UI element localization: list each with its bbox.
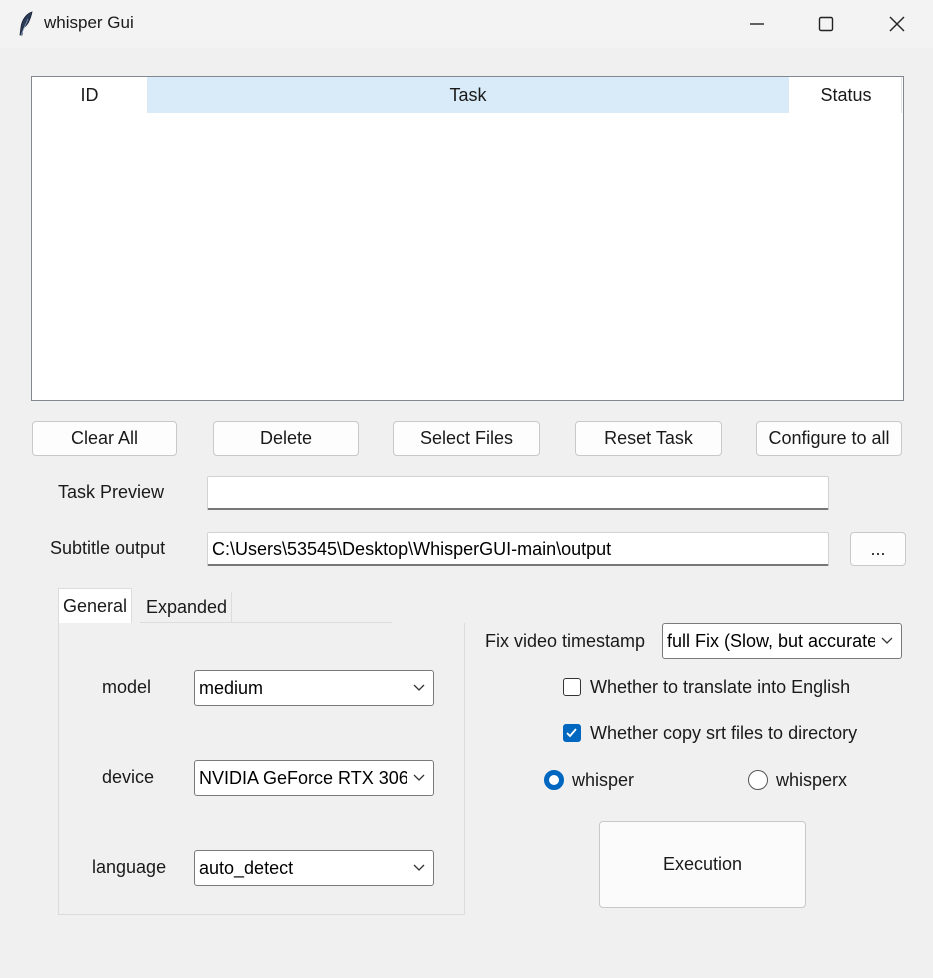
- translate-checkbox[interactable]: [563, 678, 581, 696]
- device-select[interactable]: NVIDIA GeForce RTX 3060: [194, 760, 434, 796]
- check-icon: [566, 728, 577, 738]
- column-header-id[interactable]: ID: [32, 77, 147, 113]
- header-divider: [901, 77, 902, 113]
- subtitle-output-field[interactable]: C:\Users\53545\Desktop\WhisperGUI-main\o…: [207, 532, 829, 566]
- tab-expanded[interactable]: Expanded: [142, 592, 233, 623]
- close-button[interactable]: [862, 0, 932, 48]
- language-select[interactable]: auto_detect: [194, 850, 434, 886]
- model-value: medium: [199, 678, 264, 698]
- tab-general[interactable]: General: [58, 588, 133, 624]
- whisperx-radio-label[interactable]: whisperx: [776, 770, 847, 791]
- fix-timestamp-value: full Fix (Slow, but accurate): [667, 631, 875, 651]
- task-preview-field[interactable]: [207, 476, 829, 510]
- clear-all-button[interactable]: Clear All: [32, 421, 177, 456]
- chevron-down-icon: [411, 851, 427, 885]
- column-header-status[interactable]: Status: [789, 77, 903, 113]
- whisperx-radio[interactable]: [748, 770, 768, 790]
- subtitle-output-label: Subtitle output: [50, 538, 166, 558]
- chevron-down-icon: [411, 761, 427, 795]
- reset-task-button[interactable]: Reset Task: [575, 421, 722, 456]
- device-label: device: [102, 767, 155, 787]
- whisper-radio[interactable]: [544, 770, 564, 790]
- execution-button[interactable]: Execution: [599, 821, 806, 908]
- copy-srt-checkbox[interactable]: [563, 724, 581, 742]
- chevron-down-icon: [879, 624, 895, 658]
- minimize-button[interactable]: [722, 0, 792, 48]
- task-table[interactable]: ID Task Status: [31, 76, 904, 401]
- window-title: whisper Gui: [44, 13, 134, 32]
- device-value: NVIDIA GeForce RTX 3060: [199, 768, 407, 788]
- delete-button[interactable]: Delete: [213, 421, 359, 456]
- chevron-down-icon: [411, 671, 427, 705]
- title-bar: whisper Gui: [0, 0, 933, 48]
- copy-srt-label[interactable]: Whether copy srt files to directory: [590, 723, 857, 744]
- column-header-task[interactable]: Task: [147, 77, 789, 113]
- language-value: auto_detect: [199, 858, 294, 878]
- browse-output-button[interactable]: ...: [850, 532, 906, 566]
- task-preview-label: Task Preview: [58, 482, 165, 502]
- select-files-button[interactable]: Select Files: [393, 421, 540, 456]
- fix-timestamp-select[interactable]: full Fix (Slow, but accurate): [662, 623, 902, 659]
- model-select[interactable]: medium: [194, 670, 434, 706]
- translate-label[interactable]: Whether to translate into English: [590, 677, 850, 698]
- whisper-radio-label[interactable]: whisper: [572, 770, 634, 791]
- model-label: model: [102, 677, 152, 697]
- feather-icon: [19, 11, 33, 36]
- maximize-icon: [818, 16, 834, 32]
- close-icon: [889, 16, 905, 32]
- configure-to-all-button[interactable]: Configure to all: [756, 421, 902, 456]
- maximize-button[interactable]: [791, 0, 861, 48]
- fix-timestamp-label: Fix video timestamp: [485, 631, 646, 651]
- language-label: language: [92, 857, 167, 877]
- minimize-icon: [750, 23, 764, 25]
